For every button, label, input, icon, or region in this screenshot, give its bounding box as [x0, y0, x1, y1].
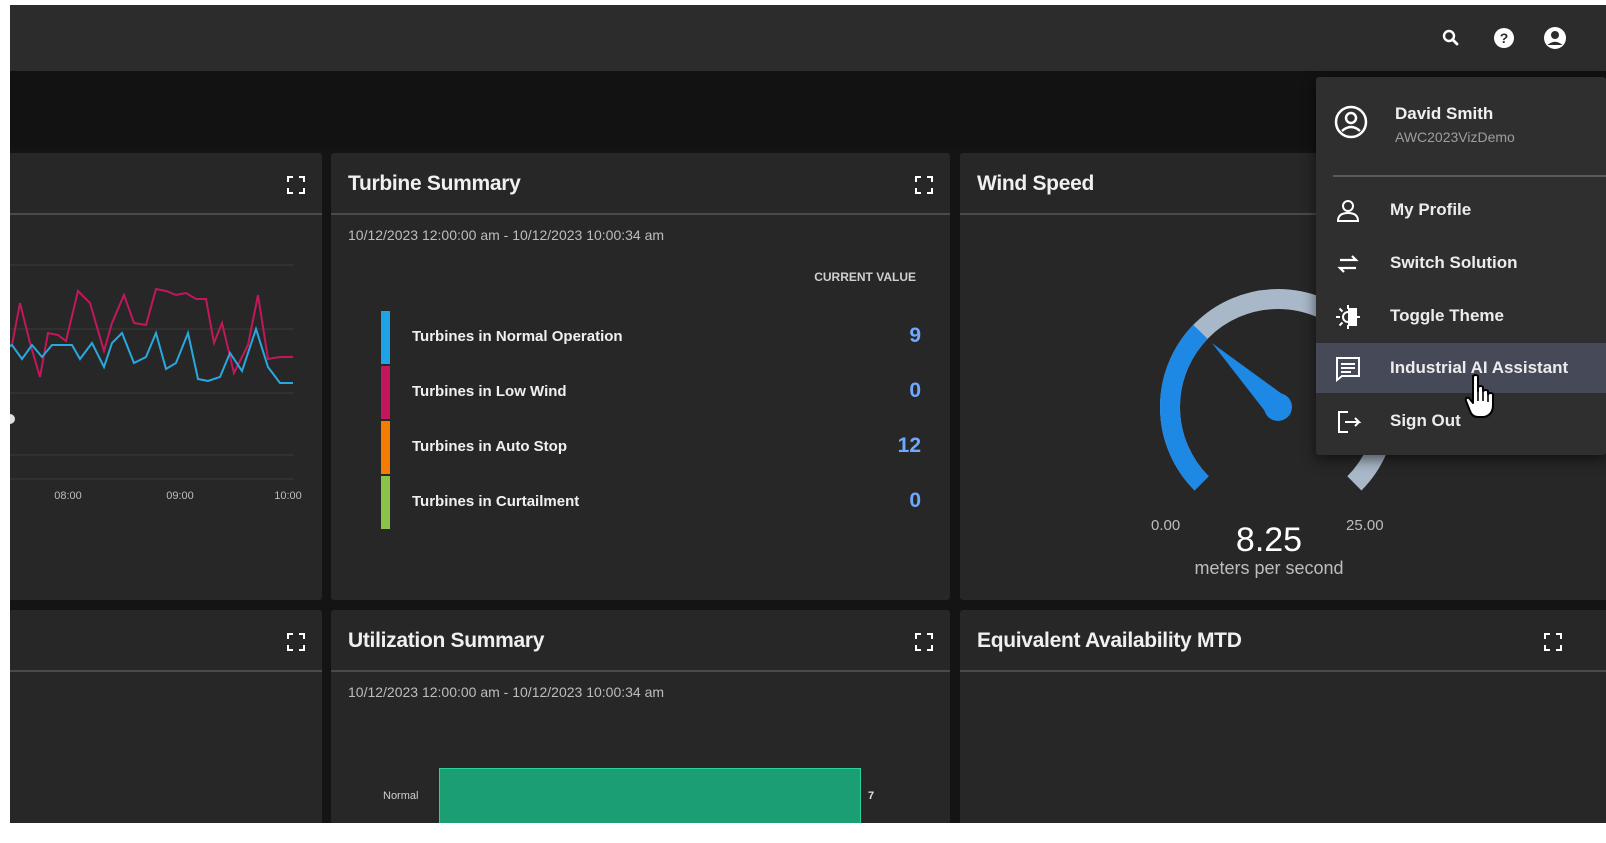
menu-divider	[1333, 175, 1606, 177]
menu-item-label: My Profile	[1390, 200, 1472, 219]
x-tick-label: 10:00	[274, 490, 302, 502]
profile-icon	[1336, 200, 1360, 222]
turbine-summary-card: Turbine Summary 10/12/2023 12:00:00 am -…	[331, 153, 950, 600]
chat-icon	[1336, 357, 1360, 383]
gauge-needle-hub	[1264, 393, 1292, 421]
row-value: 0	[909, 489, 921, 512]
user-subtitle: AWC2023VizDemo	[1395, 129, 1515, 145]
menu-item-my-profile[interactable]: My Profile	[1316, 185, 1606, 235]
hand-cursor-icon	[1464, 374, 1494, 418]
status-color-bar	[381, 421, 390, 474]
top-app-bar: ?	[10, 5, 1606, 71]
trend-card-header	[10, 153, 322, 215]
current-value-header: CURRENT VALUE	[814, 270, 916, 284]
row-label: Turbines in Curtailment	[412, 493, 580, 510]
utilization-summary-title: Utilization Summary	[348, 629, 545, 652]
menu-item-label: Toggle Theme	[1390, 306, 1504, 325]
status-color-bar	[381, 366, 390, 419]
turbine-row: Turbines in Normal Operation 9	[381, 311, 921, 364]
app-window: ? 08:00 09:00 10:00 Turbine Summary 10/12/…	[10, 5, 1606, 823]
user-name: David Smith	[1395, 104, 1494, 123]
equivalent-availability-card: Equivalent Availability MTD	[960, 610, 1606, 823]
user-menu: David Smith AWC2023VizDemo My Profile Sw…	[1316, 77, 1606, 455]
row-value: 0	[909, 379, 921, 402]
expand-icon[interactable]	[286, 632, 306, 652]
menu-item-switch-solution[interactable]: Switch Solution	[1316, 238, 1606, 288]
turbine-summary-header: Turbine Summary	[331, 153, 950, 215]
trend-scroll-handle[interactable]	[10, 414, 15, 424]
equivalent-availability-header: Equivalent Availability MTD	[960, 610, 1606, 672]
trend-series-line	[10, 287, 293, 378]
turbine-summary-date-range: 10/12/2023 12:00:00 am - 10/12/2023 10:0…	[348, 227, 665, 243]
wind-speed-value: 8.25	[1235, 521, 1303, 559]
account-icon[interactable]	[1542, 25, 1568, 51]
row-label: Turbines in Low Wind	[412, 383, 567, 400]
x-tick-label: 08:00	[54, 490, 82, 502]
utilization-bar-value: 7	[868, 790, 875, 802]
trend-chart: 08:00 09:00 10:00	[10, 264, 302, 502]
row-label: Turbines in Normal Operation	[412, 328, 623, 345]
expand-icon[interactable]	[914, 175, 934, 195]
utilization-bar-label: Normal	[383, 790, 419, 802]
bottom-left-card	[10, 610, 322, 823]
help-icon[interactable]: ?	[1491, 25, 1517, 51]
equivalent-availability-title: Equivalent Availability MTD	[977, 629, 1242, 652]
theme-icon	[1336, 305, 1360, 329]
expand-icon[interactable]	[914, 632, 934, 652]
menu-item-industrial-ai-assistant[interactable]: Industrial AI Assistant	[1316, 343, 1606, 393]
status-color-bar	[381, 476, 390, 529]
turbine-row: Turbines in Curtailment 0	[381, 476, 921, 529]
utilization-summary-header: Utilization Summary	[331, 610, 950, 672]
x-tick-label: 09:00	[166, 490, 194, 502]
wind-speed-unit: meters per second	[1194, 558, 1344, 578]
menu-item-label: Switch Solution	[1390, 253, 1518, 272]
gauge-fill	[1160, 324, 1209, 491]
turbine-row: Turbines in Auto Stop 12	[381, 421, 921, 474]
utilization-bar[interactable]	[439, 768, 861, 823]
bottom-left-card-header	[10, 610, 322, 672]
turbine-row: Turbines in Low Wind 0	[381, 366, 921, 419]
expand-icon[interactable]	[286, 175, 306, 195]
turbine-summary-title: Turbine Summary	[348, 172, 521, 195]
search-icon[interactable]	[1438, 25, 1464, 51]
utilization-summary-date-range: 10/12/2023 12:00:00 am - 10/12/2023 10:0…	[348, 684, 665, 700]
utilization-summary-card: Utilization Summary 10/12/2023 12:00:00 …	[331, 610, 950, 823]
row-value: 12	[897, 434, 921, 457]
menu-item-toggle-theme[interactable]: Toggle Theme	[1316, 291, 1606, 341]
row-value: 9	[909, 324, 921, 347]
row-label: Turbines in Auto Stop	[412, 438, 567, 455]
swap-icon	[1337, 255, 1359, 273]
svg-text:?: ?	[1500, 30, 1509, 46]
sign-out-icon	[1338, 411, 1362, 433]
user-avatar-icon	[1334, 105, 1368, 139]
expand-icon[interactable]	[1543, 632, 1563, 652]
menu-item-label: Sign Out	[1390, 411, 1461, 430]
wind-speed-title: Wind Speed	[977, 172, 1094, 195]
status-color-bar	[381, 311, 390, 364]
trend-card: 08:00 09:00 10:00	[10, 153, 322, 600]
menu-item-sign-out[interactable]: Sign Out	[1316, 396, 1606, 446]
